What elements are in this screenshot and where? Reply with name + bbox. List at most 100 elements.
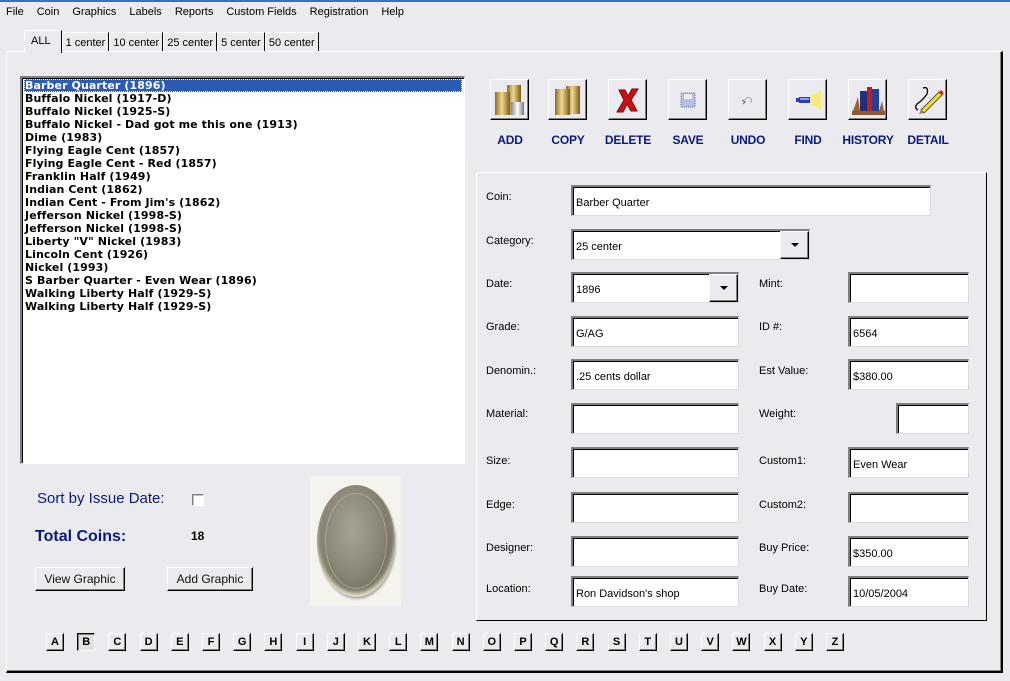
coin-list-item[interactable]: Indian Cent (1862) <box>24 183 462 196</box>
toolbar-delete-button[interactable] <box>608 79 647 120</box>
alpha-button-p[interactable]: P <box>514 633 532 651</box>
menu-file[interactable]: File <box>6 6 24 18</box>
coin-list-item[interactable]: Buffalo Nickel (1925-S) <box>24 105 462 118</box>
category-dropdown-button[interactable] <box>780 231 809 259</box>
alpha-button-f[interactable]: F <box>202 633 220 651</box>
tab-10-center[interactable]: 10 center <box>109 32 164 52</box>
coin-photo-quarter <box>316 485 395 597</box>
coin-list-item[interactable]: Jefferson Nickel (1998-S) <box>24 222 462 235</box>
alpha-button-i[interactable]: I <box>295 633 314 651</box>
toolbar-history-button[interactable] <box>848 79 887 120</box>
alpha-button-w[interactable]: W <box>732 633 751 651</box>
alpha-button-y[interactable]: Y <box>794 633 813 651</box>
coin-list-item[interactable]: Walking Liberty Half (1929-S) <box>24 300 462 313</box>
alpha-button-m[interactable]: M <box>420 633 439 651</box>
alpha-button-n[interactable]: N <box>451 633 470 651</box>
flashlight-icon <box>793 88 823 112</box>
grade-value: G/AG <box>576 328 604 340</box>
category-value: 25 center <box>576 241 622 253</box>
mint-input[interactable] <box>848 272 969 303</box>
tab-all[interactable]: ALL <box>24 30 62 53</box>
alpha-button-s[interactable]: S <box>607 633 626 651</box>
coin-list-item[interactable]: Flying Eagle Cent (1857) <box>24 144 462 157</box>
coin-list-item[interactable]: Nickel (1993) <box>24 261 462 274</box>
coin-list-item[interactable]: S Barber Quarter - Even Wear (1896) <box>24 274 462 287</box>
menu-labels[interactable]: Labels <box>129 6 161 18</box>
alpha-button-r[interactable]: R <box>576 633 595 651</box>
coins-add-icon <box>493 83 527 117</box>
alpha-button-q[interactable]: Q <box>545 633 564 651</box>
coin-list-item[interactable]: Lincoln Cent (1926) <box>24 248 462 261</box>
alpha-button-h[interactable]: H <box>264 633 283 651</box>
location-input[interactable]: Ron Davidson's shop <box>571 576 739 607</box>
coin-listbox[interactable]: Barber Quarter (1896) Buffalo Nickel (191… <box>20 76 465 464</box>
coin-list-item[interactable]: Walking Liberty Half (1929-S) <box>24 287 462 300</box>
toolbar-add-button[interactable] <box>490 79 529 120</box>
alpha-button-b[interactable]: B <box>77 633 96 651</box>
toolbar-detail-label[interactable]: DETAIL <box>893 133 963 147</box>
toolbar-detail-button[interactable] <box>908 79 947 120</box>
material-label: Material: <box>486 408 529 420</box>
alpha-button-c[interactable]: C <box>108 633 127 651</box>
sort-by-issue-date-checkbox[interactable] <box>192 494 204 506</box>
coin-list-item[interactable]: Jefferson Nickel (1998-S) <box>24 209 462 222</box>
coin-list-item[interactable]: Barber Quarter (1896) <box>24 79 462 92</box>
est-value-input[interactable]: $380.00 <box>848 359 969 390</box>
alpha-button-d[interactable]: D <box>139 633 158 651</box>
coin-list-item[interactable]: Indian Cent - From Jim's (1862) <box>24 196 462 209</box>
menu-help[interactable]: Help <box>381 6 404 18</box>
alpha-button-e[interactable]: E <box>170 633 189 651</box>
weight-input[interactable] <box>896 403 969 434</box>
menu-custom-fields[interactable]: Custom Fields <box>226 6 296 18</box>
id-input[interactable]: 6564 <box>848 316 969 347</box>
alpha-button-o[interactable]: O <box>482 633 501 651</box>
coin-input[interactable]: Barber Quarter <box>571 185 931 216</box>
menu-coin[interactable]: Coin <box>37 6 60 18</box>
material-input[interactable] <box>571 403 739 434</box>
est-value-value: $380.00 <box>853 371 893 383</box>
tab-25-center[interactable]: 25 center <box>163 32 218 52</box>
edge-input[interactable] <box>571 492 739 523</box>
tab-5-center[interactable]: 5 center <box>217 32 265 52</box>
custom1-label: Custom1: <box>759 455 807 467</box>
denomination-input[interactable]: .25 cents dollar <box>571 359 739 390</box>
toolbar-copy-button[interactable] <box>548 79 587 120</box>
menu-registration[interactable]: Registration <box>310 6 369 18</box>
alpha-button-k[interactable]: K <box>358 633 376 651</box>
alpha-button-v[interactable]: V <box>701 633 720 651</box>
date-dropdown[interactable]: 1896 <box>571 272 739 303</box>
coin-list-item[interactable]: Dime (1983) <box>24 131 462 144</box>
buy-price-input[interactable]: $350.00 <box>848 536 969 567</box>
alpha-button-l[interactable]: L <box>389 633 408 651</box>
date-dropdown-button[interactable] <box>709 274 738 302</box>
tab-50-center[interactable]: 50 center <box>264 32 319 52</box>
coin-list-item[interactable]: Franklin Half (1949) <box>24 170 462 183</box>
custom2-input[interactable] <box>848 492 969 523</box>
coin-list-item[interactable]: Buffalo Nickel - Dad got me this one (19… <box>24 118 462 131</box>
view-graphic-button[interactable]: View Graphic <box>35 567 125 591</box>
coin-list-item[interactable]: Liberty "V" Nickel (1983) <box>24 235 462 248</box>
tab-1-center[interactable]: 1 center <box>61 32 110 52</box>
alpha-button-z[interactable]: Z <box>826 633 844 651</box>
toolbar-save-button[interactable] <box>668 79 707 120</box>
designer-input[interactable] <box>571 536 739 567</box>
grade-input[interactable]: G/AG <box>571 316 739 347</box>
category-dropdown[interactable]: 25 center <box>571 229 810 260</box>
alpha-button-j[interactable]: J <box>326 633 345 651</box>
alpha-button-a[interactable]: A <box>46 633 64 651</box>
toolbar-undo-button[interactable] <box>728 79 767 120</box>
alpha-button-u[interactable]: U <box>670 633 688 651</box>
alpha-button-t[interactable]: T <box>638 633 657 651</box>
alpha-button-g[interactable]: G <box>233 633 252 651</box>
alpha-button-x[interactable]: X <box>763 633 782 651</box>
coin-list-item[interactable]: Buffalo Nickel (1917-D) <box>24 92 462 105</box>
toolbar-find-button[interactable] <box>788 79 827 120</box>
coin-list-item[interactable]: Flying Eagle Cent - Red (1857) <box>24 157 462 170</box>
menu-graphics[interactable]: Graphics <box>72 6 116 18</box>
menu-reports[interactable]: Reports <box>175 6 214 18</box>
buy-date-input[interactable]: 10/05/2004 <box>848 576 969 607</box>
add-graphic-button[interactable]: Add Graphic <box>167 567 253 591</box>
chevron-down-icon <box>790 243 799 247</box>
size-input[interactable] <box>571 447 739 478</box>
custom1-input[interactable]: Even Wear <box>848 447 969 478</box>
